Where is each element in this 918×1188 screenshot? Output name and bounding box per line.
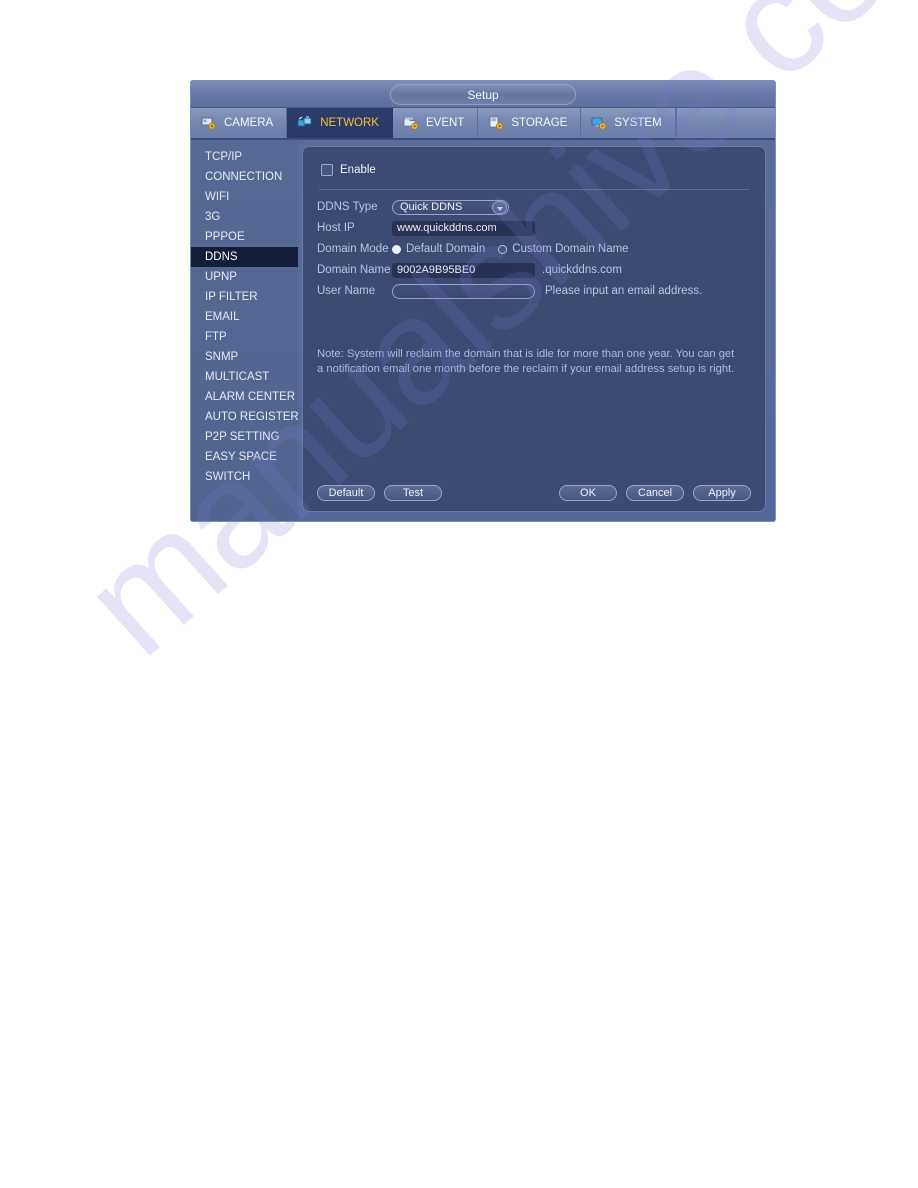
ok-button[interactable]: OK xyxy=(559,485,617,501)
domain-mode-row: Domain Mode Default Domain Custom Domain… xyxy=(317,239,751,259)
tab-camera-label: CAMERA xyxy=(224,117,274,129)
user-name-input[interactable] xyxy=(392,283,535,299)
enable-label: Enable xyxy=(340,164,376,176)
sidebar-item-ftp[interactable]: FTP xyxy=(191,327,298,347)
sidebar-item-pppoe[interactable]: PPPOE xyxy=(191,227,298,247)
tab-event-label: EVENT xyxy=(425,117,465,129)
sidebar-item-ip-filter[interactable]: IP FILTER xyxy=(191,287,298,307)
domain-name-label: Domain Name xyxy=(317,264,391,276)
ddns-settings-panel: Enable DDNS Type Quick DDNS Host IP www.… xyxy=(302,146,766,512)
radio-default-domain-dot xyxy=(392,244,401,254)
content-wrap: Enable DDNS Type Quick DDNS Host IP www.… xyxy=(298,140,775,521)
domain-mode-label: Domain Mode xyxy=(317,243,389,255)
page-root: Setup CAMERA NETWORK EVENT STORAGE SYSTE… xyxy=(0,0,918,1188)
setup-window: Setup CAMERA NETWORK EVENT STORAGE SYSTE… xyxy=(190,80,776,522)
sidebar-item-upnp[interactable]: UPNP xyxy=(191,267,298,287)
host-ip-label: Host IP xyxy=(317,222,355,234)
tab-network[interactable]: NETWORK xyxy=(287,108,393,138)
panel-footer: Default Test OK Cancel Apply xyxy=(303,485,765,501)
network-icon xyxy=(297,116,314,130)
sidebar-item-email[interactable]: EMAIL xyxy=(191,307,298,327)
default-button[interactable]: Default xyxy=(317,485,375,501)
tab-system[interactable]: SYSTEM xyxy=(581,108,676,138)
user-name-label: User Name xyxy=(317,285,376,297)
enable-row: Enable xyxy=(317,159,751,181)
sidebar-item-wifi[interactable]: WIFI xyxy=(191,187,298,207)
domain-name-input[interactable]: 9002A9B95BE0 xyxy=(392,262,535,278)
host-ip-row: Host IP www.quickddns.com xyxy=(317,218,751,238)
system-icon xyxy=(591,116,608,130)
panel-divider xyxy=(319,189,749,190)
sidebar-item-p2p-setting[interactable]: P2P SETTING xyxy=(191,427,298,447)
ddns-type-value: Quick DDNS xyxy=(400,200,463,213)
tab-storage-label: STORAGE xyxy=(511,117,568,129)
network-sidebar: TCP/IP CONNECTION WIFI 3G PPPOE DDNS UPN… xyxy=(191,140,299,521)
footer-right-group: OK Cancel Apply xyxy=(559,485,751,501)
window-titlebar: Setup xyxy=(191,81,775,108)
sidebar-item-multicast[interactable]: MULTICAST xyxy=(191,367,298,387)
apply-button[interactable]: Apply xyxy=(693,485,751,501)
user-name-hint: Please input an email address. xyxy=(545,285,703,297)
enable-checkbox[interactable] xyxy=(321,164,333,176)
radio-default-domain-label: Default Domain xyxy=(406,243,486,255)
tab-system-label: SYSTEM xyxy=(614,117,662,129)
host-ip-input[interactable]: www.quickddns.com xyxy=(392,220,535,236)
sidebar-item-alarm-center[interactable]: ALARM CENTER xyxy=(191,387,298,407)
main-tabstrip: CAMERA NETWORK EVENT STORAGE SYSTEM xyxy=(191,108,775,140)
sidebar-item-tcpip[interactable]: TCP/IP xyxy=(191,147,298,167)
window-title: Setup xyxy=(390,84,576,105)
test-button[interactable]: Test xyxy=(384,485,442,501)
radio-custom-domain-label: Custom Domain Name xyxy=(512,243,629,255)
tab-event[interactable]: EVENT xyxy=(393,108,479,138)
sidebar-item-snmp[interactable]: SNMP xyxy=(191,347,298,367)
storage-icon xyxy=(488,116,505,130)
domain-name-row: Domain Name 9002A9B95BE0 .quickddns.com xyxy=(317,260,751,280)
user-name-row: User Name Please input an email address. xyxy=(317,281,751,301)
tab-storage[interactable]: STORAGE xyxy=(478,108,582,138)
radio-custom-domain-dot xyxy=(498,244,508,254)
ddns-type-label: DDNS Type xyxy=(317,201,378,213)
domain-name-suffix: .quickddns.com xyxy=(542,264,622,276)
sidebar-item-ddns[interactable]: DDNS xyxy=(191,247,298,267)
tabstrip-empty-slot xyxy=(675,108,775,138)
ddns-note: Note: System will reclaim the domain tha… xyxy=(317,348,735,375)
camera-icon xyxy=(201,116,218,130)
chevron-down-icon[interactable] xyxy=(492,200,507,214)
radio-custom-domain[interactable]: Custom Domain Name xyxy=(498,243,629,255)
dialog-body: TCP/IP CONNECTION WIFI 3G PPPOE DDNS UPN… xyxy=(191,140,775,521)
sidebar-item-connection[interactable]: CONNECTION xyxy=(191,167,298,187)
tab-camera[interactable]: CAMERA xyxy=(191,108,288,138)
sidebar-item-easy-space[interactable]: EASY SPACE xyxy=(191,447,298,467)
radio-default-domain[interactable]: Default Domain xyxy=(392,243,485,255)
tab-network-label: NETWORK xyxy=(320,117,379,129)
sidebar-item-auto-register[interactable]: AUTO REGISTER xyxy=(191,407,299,427)
sidebar-item-switch[interactable]: SWITCH xyxy=(191,467,298,487)
sidebar-item-3g[interactable]: 3G xyxy=(191,207,298,227)
cancel-button[interactable]: Cancel xyxy=(626,485,684,501)
event-icon xyxy=(403,116,420,130)
ddns-type-row: DDNS Type Quick DDNS xyxy=(317,197,751,217)
ddns-type-select[interactable]: Quick DDNS xyxy=(392,199,509,215)
